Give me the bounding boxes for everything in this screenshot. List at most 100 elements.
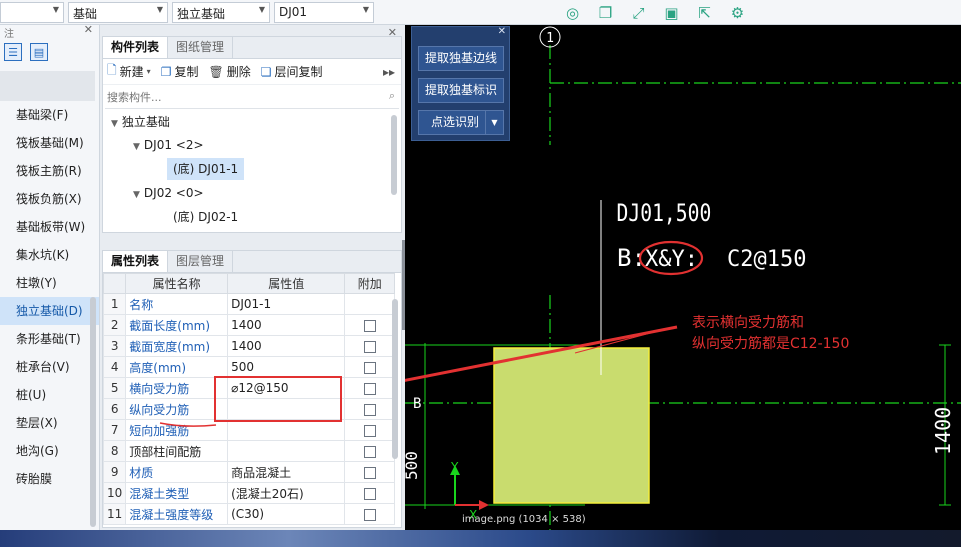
new-button[interactable]: 🗋 新建 ▾ xyxy=(107,61,151,82)
export-icon[interactable]: ⇱ xyxy=(688,0,721,25)
tab-layer-manager[interactable]: 图层管理 xyxy=(168,251,234,272)
table-row[interactable]: 6 纵向受力筋 xyxy=(103,398,395,420)
property-value[interactable]: 500 xyxy=(227,356,346,378)
tab-property-list[interactable]: 属性列表 xyxy=(103,251,169,272)
table-row[interactable]: 3 截面宽度(mm) 1400 xyxy=(103,335,395,357)
col-header-value: 属性值 xyxy=(227,273,346,294)
property-value[interactable]: 1400 xyxy=(227,314,346,336)
close-icon[interactable]: ✕ xyxy=(84,25,93,36)
caret-down-icon: ▼ xyxy=(111,119,118,129)
rebar-direction: X&Y: xyxy=(645,247,698,272)
category-combo[interactable]: ▼ xyxy=(0,2,64,23)
property-scrollbar[interactable] xyxy=(392,299,398,459)
chevron-down-icon[interactable]: ▼ xyxy=(485,111,503,134)
table-row[interactable]: 9 材质 商品混凝土 xyxy=(103,461,395,483)
delete-button-label: 删除 xyxy=(226,65,251,79)
nav-item[interactable]: 基础梁(F) xyxy=(0,101,99,129)
table-row[interactable]: 11 混凝土强度等级 (C30) xyxy=(103,503,395,525)
copy-view-icon[interactable]: ❐ xyxy=(589,0,622,25)
point-recognize-button[interactable]: 点选识别 ▼ xyxy=(418,110,504,135)
close-icon[interactable]: ✕ xyxy=(388,251,397,253)
extra-checkbox[interactable] xyxy=(363,340,376,353)
nav-item[interactable]: 桩承台(V) xyxy=(0,353,99,381)
search-view-icon[interactable]: ◎ xyxy=(556,0,589,25)
extract-edge-button[interactable]: 提取独基边线 xyxy=(418,46,504,71)
nav-item[interactable]: 条形基础(T) xyxy=(0,325,99,353)
subtype-combo[interactable]: 独立基础 ▼ xyxy=(172,2,270,23)
tree-node-dj01-1[interactable]: (底) DJ01-1 xyxy=(167,158,245,180)
table-row[interactable]: 8 顶部柱间配筋 xyxy=(103,440,395,462)
type-combo[interactable]: 基础 ▼ xyxy=(68,2,168,23)
chevron-down-icon: ▾ xyxy=(146,67,151,76)
table-row[interactable]: 10 混凝土类型 (混凝土20石) xyxy=(103,482,395,504)
fullscreen-icon[interactable]: ⤢ xyxy=(622,0,655,25)
extra-cell xyxy=(344,482,395,504)
top-toolbar: ▼ 基础 ▼ 独立基础 ▼ DJ01 ▼ ◎ ❐ ⤢ ▣ ⇱ ⚙ xyxy=(0,0,961,25)
nav-item[interactable]: 地沟(G) xyxy=(0,437,99,465)
extra-checkbox[interactable] xyxy=(363,487,376,500)
extra-cell xyxy=(344,356,395,378)
property-value[interactable]: 1400 xyxy=(227,335,346,357)
component-combo[interactable]: DJ01 ▼ xyxy=(274,2,374,23)
save-icon[interactable]: ▣ xyxy=(655,0,688,25)
nav-item[interactable]: 集水坑(K) xyxy=(0,241,99,269)
tree-node-dj02-1[interactable]: (底) DJ02-1 xyxy=(173,206,238,228)
more-icon[interactable]: ▸▸ xyxy=(383,65,401,79)
detail-view-icon[interactable]: ▤ xyxy=(30,43,48,61)
col-header-name: 属性名称 xyxy=(125,273,229,294)
property-value[interactable] xyxy=(227,398,346,420)
extra-checkbox[interactable] xyxy=(363,424,376,437)
footing-rect[interactable] xyxy=(493,347,650,504)
table-row[interactable]: 4 高度(mm) 500 xyxy=(103,356,395,378)
col-header-num xyxy=(103,273,127,294)
tab-component-list[interactable]: 构件列表 xyxy=(103,37,169,58)
extra-checkbox[interactable] xyxy=(363,361,376,374)
table-row[interactable]: 5 横向受力筋 ⌀12@150 xyxy=(103,377,395,399)
list-view-icon[interactable]: ☰ xyxy=(4,43,22,61)
extra-checkbox[interactable] xyxy=(363,403,376,416)
extra-checkbox[interactable] xyxy=(363,319,376,332)
nav-item[interactable]: 基础板带(W) xyxy=(0,213,99,241)
tree-node-root[interactable]: ▼ 独立基础 xyxy=(111,111,170,133)
extra-checkbox[interactable] xyxy=(363,466,376,479)
close-icon[interactable]: ✕ xyxy=(388,26,397,39)
property-name: 混凝土强度等级 xyxy=(125,503,229,525)
tree-node-dj02[interactable]: ▼ DJ02 <0> xyxy=(133,182,204,204)
extra-checkbox[interactable] xyxy=(363,382,376,395)
table-row[interactable]: 7 短向加强筋 xyxy=(103,419,395,441)
close-icon[interactable]: ✕ xyxy=(498,26,506,37)
nav-item[interactable]: 筏板主筋(R) xyxy=(0,157,99,185)
table-row[interactable]: 2 截面长度(mm) 1400 xyxy=(103,314,395,336)
component-tabs: 构件列表 图纸管理 xyxy=(103,37,401,59)
property-value[interactable] xyxy=(227,419,346,441)
property-table-header: 属性名称 属性值 附加 xyxy=(103,273,395,294)
property-value[interactable]: DJ01-1 xyxy=(227,293,346,315)
nav-item[interactable]: 垫层(X) xyxy=(0,409,99,437)
extra-checkbox[interactable] xyxy=(363,445,376,458)
nav-item[interactable]: 筏板负筋(X) xyxy=(0,185,99,213)
copy-button[interactable]: ❐ 复制 xyxy=(161,63,199,80)
extra-checkbox[interactable] xyxy=(363,508,376,521)
property-value[interactable]: 商品混凝土 xyxy=(227,461,346,483)
property-value[interactable]: ⌀12@150 xyxy=(227,377,346,399)
tab-drawing-manager[interactable]: 图纸管理 xyxy=(168,37,234,58)
nav-item[interactable]: 桩(U) xyxy=(0,381,99,409)
subtype-combo-value: 独立基础 xyxy=(177,7,226,21)
delete-button[interactable]: 🗑 删除 xyxy=(208,63,250,80)
floor-copy-button[interactable]: ❏ 层间复制 xyxy=(261,63,323,80)
gear-icon[interactable]: ⚙ xyxy=(721,0,754,25)
extra-cell xyxy=(344,335,395,357)
nav-scrollbar[interactable] xyxy=(90,297,96,527)
nav-item[interactable]: 砖胎膜 xyxy=(0,465,99,493)
nav-item[interactable]: 筏板基础(M) xyxy=(0,129,99,157)
extract-label-button[interactable]: 提取独基标识 xyxy=(418,78,504,103)
search-input[interactable] xyxy=(105,87,375,107)
tree-node-dj01[interactable]: ▼ DJ01 <2> xyxy=(133,134,204,156)
nav-item[interactable]: 独立基础(D) xyxy=(0,297,99,325)
nav-item[interactable]: 柱墩(Y) xyxy=(0,269,99,297)
property-value[interactable] xyxy=(227,440,346,462)
property-value[interactable]: (混凝土20石) xyxy=(227,482,346,504)
property-value[interactable]: (C30) xyxy=(227,503,346,525)
table-row[interactable]: 1 名称 DJ01-1 xyxy=(103,293,395,315)
tree-scrollbar[interactable] xyxy=(391,115,397,195)
